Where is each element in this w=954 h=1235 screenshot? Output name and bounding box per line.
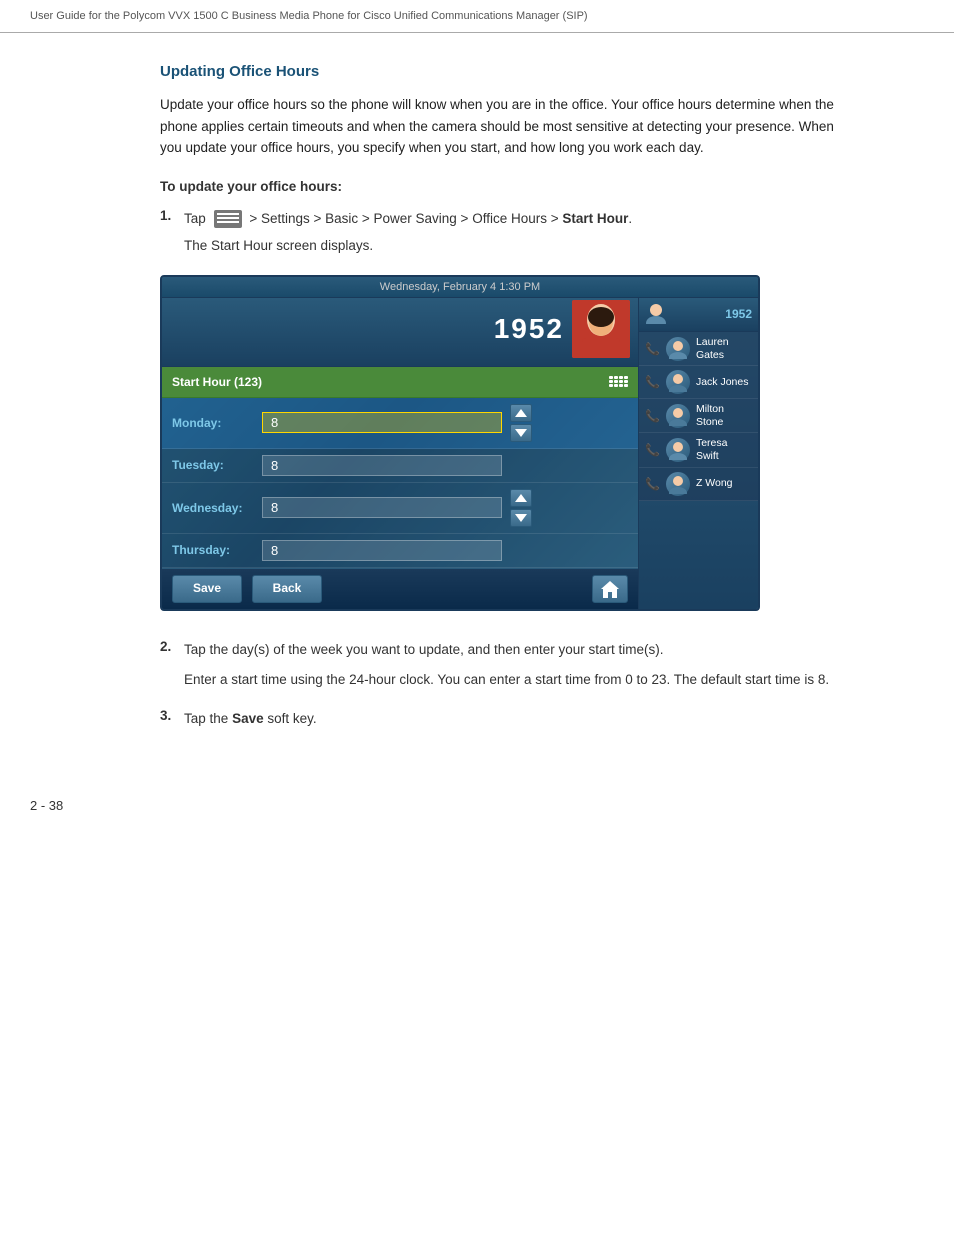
soft-keys-bar: Save Back bbox=[162, 568, 638, 609]
big-number: 1952 bbox=[494, 313, 564, 345]
contact-name-teresa: Teresa Swift bbox=[696, 437, 752, 462]
home-button[interactable] bbox=[592, 575, 628, 603]
day-label-tuesday: Tuesday: bbox=[172, 458, 262, 472]
day-row-thursday[interactable]: Thursday: 8 bbox=[162, 534, 638, 568]
start-hour-label: Start Hour (123) bbox=[172, 375, 262, 389]
header-text: User Guide for the Polycom VVX 1500 C Bu… bbox=[30, 10, 588, 22]
step-1: 1. Tap > Settings > Basic > Power Saving… bbox=[160, 208, 854, 257]
step-1-sub: The Start Hour screen displays. bbox=[184, 235, 632, 257]
contact-avatar-teresa bbox=[666, 438, 690, 462]
monday-arrow-up[interactable] bbox=[510, 404, 532, 422]
avatar-thumbnail bbox=[572, 300, 630, 358]
contact-phone-icon-teresa: 📞 bbox=[645, 443, 660, 457]
day-row-wednesday[interactable]: Wednesday: 8 bbox=[162, 483, 638, 534]
contact-avatar-milton bbox=[666, 404, 690, 428]
contact-phone-icon-milton: 📞 bbox=[645, 409, 660, 423]
day-row-tuesday[interactable]: Tuesday: 8 bbox=[162, 449, 638, 483]
phone-left-panel: 1952 Start Hour (123) bbox=[162, 298, 638, 609]
step-3-number: 3. bbox=[160, 708, 184, 723]
phone-right-panel: 1952 📞 Lauren Gates 📞 bbox=[638, 298, 758, 609]
day-value-tuesday[interactable]: 8 bbox=[262, 455, 502, 476]
phone-screen: Wednesday, February 4 1:30 PM 1952 bbox=[160, 275, 760, 611]
step-1-number: 1. bbox=[160, 208, 184, 223]
monday-arrow-buttons bbox=[510, 404, 532, 442]
save-softkey[interactable]: Save bbox=[172, 575, 242, 603]
page-header: User Guide for the Polycom VVX 1500 C Bu… bbox=[0, 0, 954, 33]
wednesday-value: 8 bbox=[271, 500, 278, 515]
body-text: Update your office hours so the phone wi… bbox=[160, 94, 854, 159]
back-softkey[interactable]: Back bbox=[252, 575, 322, 603]
monday-value: 8 bbox=[271, 415, 278, 430]
monday-arrow-down[interactable] bbox=[510, 424, 532, 442]
big-number-area: 1952 bbox=[162, 298, 638, 367]
page-footer: 2 - 38 bbox=[0, 778, 954, 833]
day-value-thursday[interactable]: 8 bbox=[262, 540, 502, 561]
section-title: Updating Office Hours bbox=[160, 63, 854, 80]
day-row-monday[interactable]: Monday: 8 bbox=[162, 398, 638, 449]
step-3-text: Tap the Save soft key. bbox=[184, 708, 317, 730]
contact-lauren-gates[interactable]: 📞 Lauren Gates bbox=[639, 332, 758, 366]
wednesday-arrow-down[interactable] bbox=[510, 509, 532, 527]
day-label-wednesday: Wednesday: bbox=[172, 501, 262, 515]
contact-milton-stone[interactable]: 📞 Milton Stone bbox=[639, 399, 758, 433]
step-2-text: Tap the day(s) of the week you want to u… bbox=[184, 639, 829, 690]
step-3-prefix: Tap the bbox=[184, 711, 228, 726]
step-2-sub: Enter a start time using the 24-hour clo… bbox=[184, 669, 829, 691]
step-3-suffix: soft key. bbox=[267, 711, 316, 726]
contact-avatar-lauren bbox=[666, 337, 690, 361]
step-2: 2. Tap the day(s) of the week you want t… bbox=[160, 639, 854, 690]
step-2-main: Tap the day(s) of the week you want to u… bbox=[184, 642, 664, 657]
contact-name-jack-jones: Jack Jones bbox=[696, 376, 749, 389]
contact-phone-icon-jack: 📞 bbox=[645, 375, 660, 389]
contact-self[interactable]: 1952 bbox=[639, 298, 758, 332]
menu-icon bbox=[214, 210, 242, 228]
contact-phone-icon-lauren: 📞 bbox=[645, 342, 660, 356]
phone-date: Wednesday, February 4 1:30 PM bbox=[172, 281, 748, 293]
thursday-value: 8 bbox=[271, 543, 278, 558]
page-number: 2 - 38 bbox=[30, 798, 63, 813]
contact-teresa-swift[interactable]: 📞 Teresa Swift bbox=[639, 433, 758, 467]
day-value-monday[interactable]: 8 bbox=[262, 412, 502, 433]
wednesday-arrow-up[interactable] bbox=[510, 489, 532, 507]
step-2-number: 2. bbox=[160, 639, 184, 654]
contact-self-icon bbox=[645, 302, 667, 327]
home-icon bbox=[599, 579, 621, 599]
step-1-prefix: Tap bbox=[184, 211, 206, 226]
contact-avatar-jack bbox=[666, 370, 690, 394]
content-area: Updating Office Hours Update your office… bbox=[0, 33, 954, 778]
day-label-monday: Monday: bbox=[172, 416, 262, 430]
grid-icon bbox=[609, 376, 628, 387]
step-1-suffix: > Settings > Basic > Power Saving > Offi… bbox=[249, 211, 632, 226]
contact-z-wong[interactable]: 📞 Z Wong bbox=[639, 468, 758, 501]
contact-name-wong: Z Wong bbox=[696, 477, 733, 490]
wednesday-arrow-buttons bbox=[510, 489, 532, 527]
contact-name-milton: Milton Stone bbox=[696, 403, 752, 428]
day-value-wednesday[interactable]: 8 bbox=[262, 497, 502, 518]
contact-avatar-wong bbox=[666, 472, 690, 496]
step-3-bold: Save bbox=[232, 711, 264, 726]
contact-jack-jones[interactable]: 📞 Jack Jones bbox=[639, 366, 758, 399]
step-3: 3. Tap the Save soft key. bbox=[160, 708, 854, 730]
instruction-heading: To update your office hours: bbox=[160, 179, 854, 194]
contact-phone-icon-wong: 📞 bbox=[645, 477, 660, 491]
contact-name-lauren: Lauren Gates bbox=[696, 336, 752, 361]
day-label-thursday: Thursday: bbox=[172, 543, 262, 557]
step-1-text: Tap > Settings > Basic > Power Saving > … bbox=[184, 208, 632, 257]
tuesday-value: 8 bbox=[271, 458, 278, 473]
contact-self-number: 1952 bbox=[725, 307, 752, 321]
start-hour-bar: Start Hour (123) bbox=[162, 367, 638, 398]
phone-header: Wednesday, February 4 1:30 PM bbox=[162, 277, 758, 298]
